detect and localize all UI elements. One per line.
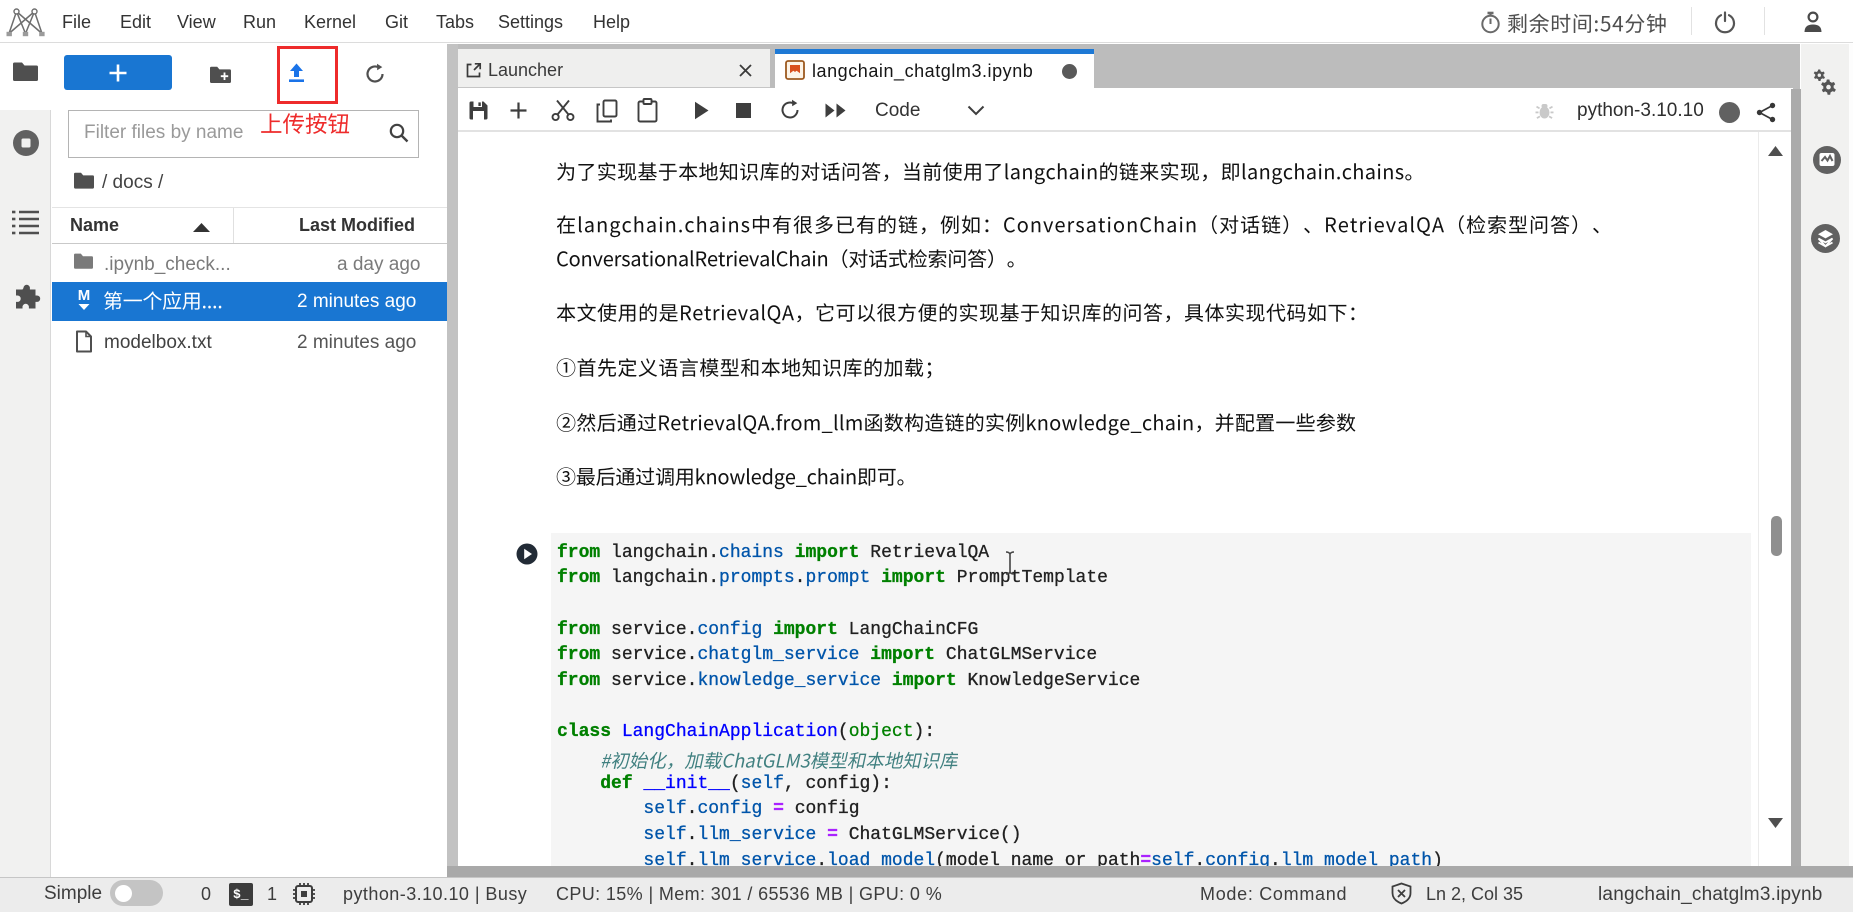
svg-text:M: M: [78, 287, 91, 304]
